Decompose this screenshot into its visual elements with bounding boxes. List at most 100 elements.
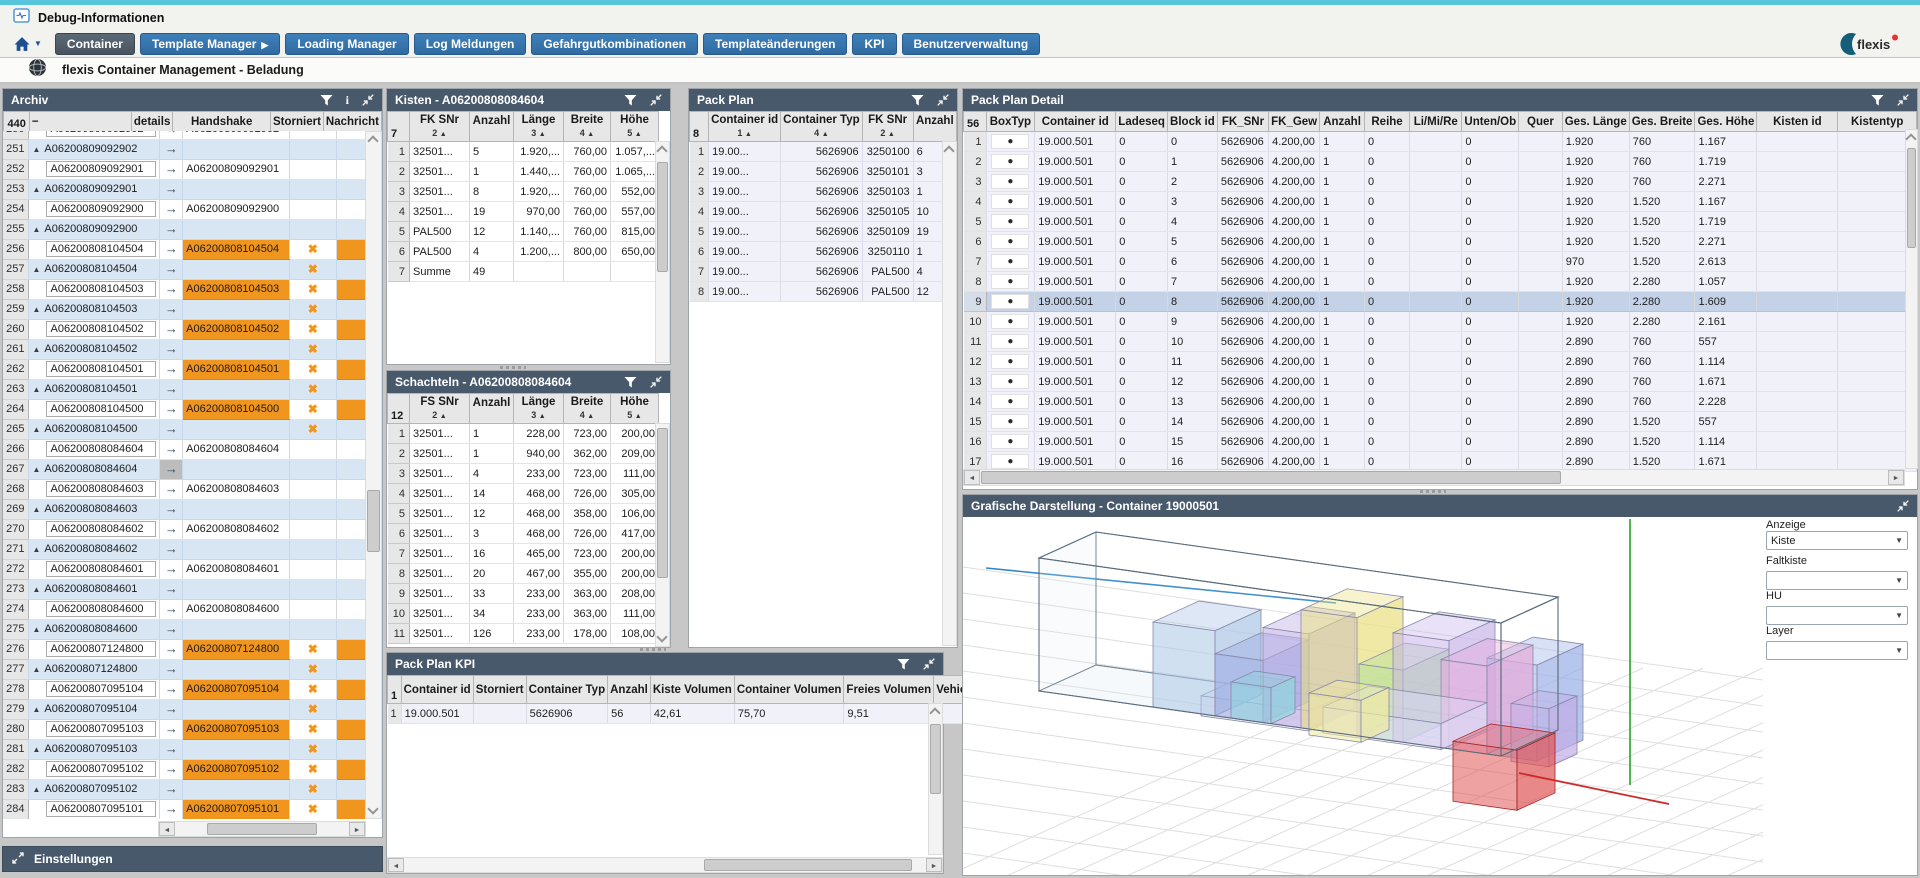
handshake-cell[interactable] [182,419,290,440]
container-id-field[interactable]: A06200809092901 [46,161,157,177]
cell[interactable]: 2.280 [1629,271,1696,292]
details-cell[interactable]: → [159,619,184,640]
cell[interactable]: 0 [1364,411,1411,432]
arrow-right-icon[interactable]: → [165,381,178,396]
cell[interactable]: 208,00 [610,583,659,604]
cell[interactable]: 0 [1364,191,1411,212]
splitter-handle[interactable] [640,648,666,651]
container-id-field[interactable]: A06200808104502 [46,321,157,337]
nachricht-cell[interactable] [336,479,366,500]
archiv-row[interactable]: 255 ▲ A06200809092900 → [3,219,366,240]
3d-pack-view[interactable] [963,517,1763,875]
cell[interactable]: 0 [1364,171,1411,192]
filter-icon[interactable] [624,93,637,107]
cell[interactable]: 4.200,00 [1268,431,1321,452]
arrow-right-icon[interactable]: → [165,641,178,656]
packplan-vertical-scrollbar[interactable] [942,141,957,646]
cell[interactable]: 233,00 [513,463,564,484]
handshake-cell[interactable] [182,779,290,800]
cell[interactable]: 0 [1115,191,1168,212]
cell[interactable]: 1.920 [1562,231,1630,252]
table-row[interactable]: 10 32501... 34 233,00 363,00 111,00 [387,603,659,624]
cell[interactable]: 1.520 [1629,431,1696,452]
column-header[interactable]: FK_SNr [1216,111,1270,132]
storniert-cell[interactable]: ✖ [289,699,337,720]
column-header[interactable]: Unten/Ob [1461,111,1520,132]
cell[interactable]: 9 [1167,311,1218,332]
cell[interactable] [1756,311,1839,332]
storniert-cell[interactable]: ✖ [289,339,337,360]
cell[interactable]: 3250110 [862,241,914,262]
cell[interactable]: 1.140,... [513,221,564,242]
cell[interactable] [1756,291,1839,312]
cell[interactable]: 1 [1319,391,1365,412]
column-header[interactable]: FK SNr 2 ▲ [861,111,914,142]
cell[interactable]: 0 [1461,431,1520,452]
table-row[interactable]: 6 ● 19.000.501 0 5 5626906 4.200,00 1 0 0 1.920 1.5… [963,231,1917,252]
column-header[interactable]: Anzahl [1319,111,1365,132]
cell[interactable] [1756,211,1839,232]
cell[interactable]: 0 [1461,151,1520,172]
cell[interactable]: 111,00 [610,463,659,484]
cell[interactable] [1756,191,1839,212]
cell[interactable] [1409,191,1463,212]
cell[interactable]: 0 [1364,331,1411,352]
cell[interactable]: 0 [1364,251,1411,272]
column-header[interactable]: Storniert [472,675,527,704]
archiv-row[interactable]: 283 ▲ A06200807095102 → ✖ [3,779,366,800]
cell[interactable]: 1.057 [1694,271,1758,292]
info-icon[interactable]: i [346,93,349,107]
table-row[interactable]: 2 19.00... 5626906 3250101 3 [689,161,958,182]
storniert-cell[interactable]: ✖ [289,759,337,780]
handshake-cell[interactable]: A06200808084601 [182,559,290,580]
cell[interactable]: 4.200,00 [1268,311,1321,332]
cell[interactable]: 108,00 [610,623,659,644]
cell[interactable]: 19.00... [708,161,782,182]
cell[interactable]: 6 [1167,251,1218,272]
cell[interactable] [1409,371,1463,392]
container-id-field[interactable]: A06200808084604 [46,441,157,457]
storniert-cell[interactable]: ✖ [289,739,337,760]
nachricht-cell[interactable] [336,359,366,380]
table-row[interactable]: 4 32501... 19 970,00 760,00 557,00 [387,201,659,222]
archiv-row[interactable]: 260 A06200808104502 → A06200808104502 ✖ [3,319,366,340]
details-cell[interactable]: → [159,519,184,540]
container-id-cell[interactable]: ▲ A06200807124800 [28,659,161,680]
column-header-nachricht[interactable]: Nachricht [322,111,383,132]
splitter-handle[interactable] [500,366,526,369]
filter-icon[interactable] [911,93,924,107]
detail-vertical-scrollbar[interactable] [1905,129,1918,469]
table-row[interactable]: 1 ● 19.000.501 0 0 5626906 4.200,00 1 0 0 1.920 760… [963,131,1917,152]
container-id-field[interactable]: A06200807095101 [46,801,157,817]
cell[interactable]: 0 [1115,371,1168,392]
column-header-handshake[interactable]: Handshake [172,111,271,132]
handshake-cell[interactable] [182,139,290,160]
cell[interactable]: PAL500 [862,281,914,302]
cell[interactable]: 1 [1319,231,1365,252]
cell[interactable]: 726,00 [563,483,611,504]
cell[interactable]: 19.00... [708,221,782,242]
collapse-row-icon[interactable]: ▲ [32,545,40,554]
cell[interactable]: 19 [469,201,514,222]
handshake-cell[interactable] [182,299,290,320]
storniert-cell[interactable] [289,519,337,540]
cell[interactable]: 2.890 [1562,391,1630,412]
storniert-cell[interactable]: ✖ [289,379,337,400]
cell[interactable] [1518,431,1563,452]
arrow-right-icon[interactable]: → [165,281,178,296]
storniert-cell[interactable] [289,499,337,520]
scrollbar-thumb[interactable] [657,428,668,578]
cell[interactable]: 19.00... [708,261,782,282]
collapse-row-icon[interactable]: ▲ [32,625,40,634]
cell[interactable] [1518,171,1563,192]
details-cell[interactable]: → [159,159,184,180]
arrow-right-icon[interactable]: → [165,701,178,716]
collapse-row-icon[interactable]: ▲ [32,145,40,154]
table-row[interactable]: 7 Summe 49 [387,261,659,282]
nav-button-log-meldungen[interactable]: Log Meldungen [413,32,527,55]
cell[interactable]: 363,00 [563,603,611,624]
cell[interactable]: 1 [1319,251,1365,272]
cell[interactable]: 200,00 [610,543,659,564]
nachricht-cell[interactable] [336,219,366,240]
cell[interactable]: 19.000.501 [1034,431,1117,452]
